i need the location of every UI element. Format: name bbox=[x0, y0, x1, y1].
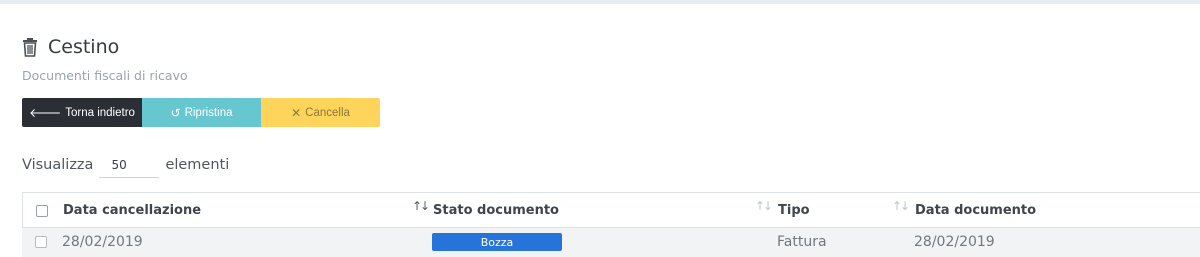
page-title: Cestino bbox=[48, 36, 120, 58]
delete-button-label: Cancella bbox=[305, 106, 350, 119]
table-header: Data cancellazione ↑↓ Stato documento ↑↓… bbox=[22, 192, 1200, 228]
column-header-data-documento[interactable]: Data documento bbox=[915, 203, 1036, 218]
delete-button[interactable]: ✕ Cancella bbox=[261, 98, 380, 127]
close-icon: ✕ bbox=[291, 105, 302, 120]
documents-table: Data cancellazione ↑↓ Stato documento ↑↓… bbox=[22, 192, 1200, 257]
sort-icon[interactable]: ↑↓ bbox=[892, 199, 910, 213]
action-buttons: 🡐 Torna indietro ↺ Ripristina ✕ Cancella bbox=[22, 98, 380, 127]
page-header: Cestino bbox=[22, 36, 119, 58]
sort-icon[interactable]: ↑↓ bbox=[412, 199, 430, 213]
page-size-select[interactable] bbox=[99, 152, 160, 178]
select-all-checkbox[interactable] bbox=[36, 205, 48, 217]
trash-icon bbox=[23, 38, 37, 57]
cell-tipo: Fattura bbox=[777, 234, 827, 250]
restore-button-label: Ripristina bbox=[184, 106, 233, 119]
cell-data-documento: 28/02/2019 bbox=[914, 234, 995, 250]
arrow-left-icon: 🡐 bbox=[29, 106, 62, 120]
page-size-control: Visualizza elementi bbox=[22, 152, 229, 178]
sort-icon[interactable]: ↑↓ bbox=[755, 199, 773, 213]
page-subtitle: Documenti fiscali di ricavo bbox=[22, 68, 188, 83]
back-button-label: Torna indietro bbox=[65, 106, 135, 119]
column-header-tipo[interactable]: Tipo bbox=[778, 203, 810, 218]
restore-button[interactable]: ↺ Ripristina bbox=[142, 98, 261, 127]
page-size-suffix: elementi bbox=[165, 157, 230, 173]
column-header-data-cancellazione[interactable]: Data cancellazione bbox=[63, 203, 201, 218]
undo-icon: ↺ bbox=[170, 105, 181, 120]
cell-data-cancellazione: 28/02/2019 bbox=[62, 234, 143, 250]
back-button[interactable]: 🡐 Torna indietro bbox=[22, 98, 142, 127]
page-size-prefix: Visualizza bbox=[22, 157, 94, 173]
table-row[interactable]: 28/02/2019 Bozza Fattura 28/02/2019 bbox=[22, 228, 1200, 257]
status-badge: Bozza bbox=[432, 233, 562, 251]
row-checkbox[interactable] bbox=[35, 236, 47, 248]
trash-panel: Cestino Documenti fiscali di ricavo 🡐 To… bbox=[0, 4, 1200, 257]
column-header-stato-documento[interactable]: Stato documento bbox=[433, 203, 559, 218]
